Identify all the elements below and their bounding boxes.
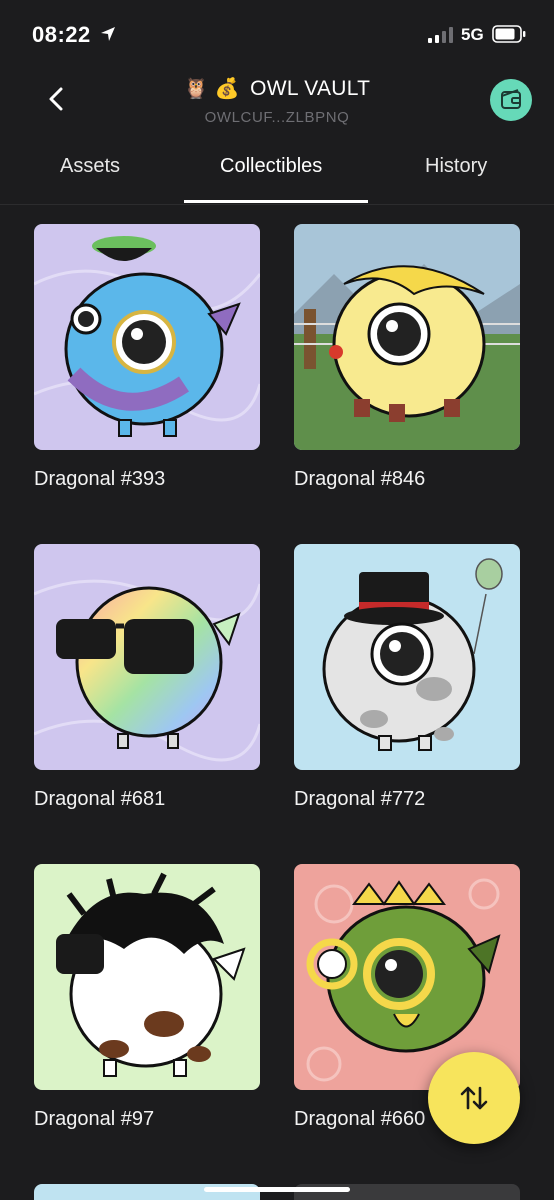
collectible-name: Dragonal #97 bbox=[34, 1108, 155, 1130]
home-indicator bbox=[204, 1187, 350, 1192]
tab-collectibles[interactable]: Collectibles bbox=[220, 155, 322, 178]
battery-icon bbox=[492, 25, 526, 43]
vault-address[interactable]: OWLCUF...ZLBPNQ bbox=[0, 109, 554, 126]
collectible-image bbox=[294, 544, 520, 770]
collectible-image bbox=[34, 224, 260, 450]
tab-bar: Assets Collectibles History bbox=[0, 150, 554, 205]
collectible-name: Dragonal #681 bbox=[34, 788, 166, 810]
collectible-card[interactable]: Dragonal #393 bbox=[34, 224, 260, 491]
collectible-name: Dragonal #846 bbox=[294, 468, 426, 490]
collectible-image bbox=[34, 544, 260, 770]
vault-header: 🦉 💰 OWL VAULT OWLCUF...ZLBPNQ bbox=[0, 76, 554, 126]
vault-title: 🦉 💰 OWL VAULT bbox=[0, 76, 554, 101]
collectible-name: Dragonal #772 bbox=[294, 788, 426, 810]
wallet-button[interactable] bbox=[490, 79, 532, 121]
status-bar: 08:22 5G bbox=[0, 0, 554, 70]
collectible-name: Dragonal #393 bbox=[34, 468, 166, 490]
collectible-card[interactable]: Dragonal #681 bbox=[34, 544, 260, 811]
wallet-icon bbox=[501, 89, 521, 109]
location-arrow-icon bbox=[101, 27, 115, 41]
active-tab-indicator bbox=[184, 200, 368, 203]
swap-arrows-icon bbox=[460, 1086, 488, 1110]
vault-name: OWL VAULT bbox=[250, 77, 371, 100]
collectible-image bbox=[34, 864, 260, 1090]
collectible-card[interactable]: Dragonal #772 bbox=[294, 544, 520, 811]
collectible-image bbox=[294, 224, 520, 450]
tab-assets[interactable]: Assets bbox=[60, 155, 120, 178]
status-time: 08:22 bbox=[32, 22, 91, 47]
tab-history[interactable]: History bbox=[425, 155, 487, 178]
collectible-card[interactable]: Dragonal #846 bbox=[294, 224, 520, 491]
network-type: 5G bbox=[461, 25, 484, 44]
vault-emoji: 🦉 💰 bbox=[183, 78, 240, 100]
signal-icon bbox=[428, 27, 453, 43]
swap-button[interactable] bbox=[428, 1052, 520, 1144]
collectible-card[interactable]: Dragonal #97 bbox=[34, 864, 260, 1131]
